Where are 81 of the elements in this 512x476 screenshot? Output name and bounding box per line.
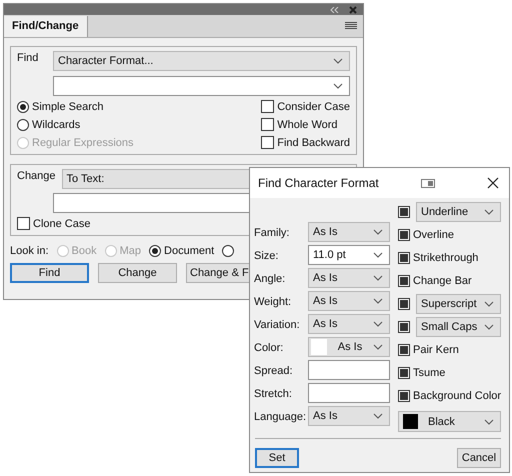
size-combo[interactable]: 11.0 pt: [308, 245, 390, 265]
chevron-down-icon: [373, 413, 383, 419]
checkbox[interactable]: [398, 344, 410, 356]
chevron-down-icon: [373, 321, 383, 327]
checkbox[interactable]: [398, 321, 410, 333]
checkbox-label: Whole Word: [277, 118, 338, 130]
color-dropdown[interactable]: As Is: [308, 337, 390, 357]
checkbox-label: Consider Case: [277, 100, 350, 112]
field-label: Spread:: [254, 364, 294, 379]
radio-button[interactable]: [222, 244, 234, 256]
panel-toggle-icon[interactable]: [420, 178, 435, 188]
chevron-down-icon: [484, 301, 494, 307]
chevron-down-icon: [484, 324, 494, 330]
checkbox[interactable]: [261, 136, 274, 149]
dialog-button[interactable]: Set: [255, 448, 299, 468]
checkbox[interactable]: [398, 206, 410, 218]
attribute-dropdown[interactable]: As Is: [308, 314, 390, 334]
find-type-dropdown[interactable]: Character Format...: [53, 51, 350, 71]
checkbox[interactable]: [398, 390, 410, 402]
field-label: Language:: [254, 410, 307, 425]
checkbox-label: Pair Kern: [413, 344, 459, 356]
chevron-down-icon: [373, 252, 383, 258]
panel-button[interactable]: Find: [10, 263, 89, 283]
checkbox[interactable]: [398, 229, 410, 241]
chevron-down-icon: [333, 58, 343, 64]
checkbox[interactable]: [398, 275, 410, 287]
panel-tab[interactable]: Find/Change: [4, 16, 88, 37]
attribute-dropdown[interactable]: As Is: [308, 406, 390, 426]
dialog-button[interactable]: Cancel: [457, 448, 501, 468]
radio-button[interactable]: [149, 244, 162, 256]
chevron-down-icon: [373, 275, 383, 281]
field-label: Size:: [254, 249, 280, 264]
attribute-dropdown[interactable]: As Is: [308, 291, 390, 311]
panel-button[interactable]: Change: [98, 263, 177, 283]
radio-label: Document: [164, 244, 214, 256]
attribute-dropdown[interactable]: As Is: [308, 222, 390, 242]
chevron-down-icon: [484, 418, 494, 424]
attribute-dropdown[interactable]: Superscript: [416, 294, 502, 314]
close-icon[interactable]: [487, 177, 499, 189]
chevron-down-icon: [372, 344, 383, 350]
chevron-down-icon: [373, 298, 383, 304]
radio-label: Map: [120, 244, 142, 256]
field-label: Variation:: [254, 318, 301, 333]
menu-icon[interactable]: [345, 22, 357, 30]
checkbox[interactable]: [398, 252, 410, 264]
field-label: Stretch:: [254, 387, 293, 402]
attribute-dropdown[interactable]: Small Caps: [416, 317, 502, 337]
checkbox-label: Overline: [413, 229, 454, 241]
radio-button[interactable]: [17, 118, 29, 130]
chevron-down-icon: [484, 209, 494, 215]
chevron-down-icon: [373, 229, 383, 235]
checkbox-label: Clone Case: [33, 218, 90, 230]
checkbox-label: Background Color: [413, 390, 502, 402]
checkbox-label: Tsume: [413, 367, 446, 379]
collapse-icon[interactable]: [330, 6, 339, 12]
radio-label: Wildcards: [32, 118, 80, 130]
checkbox[interactable]: [398, 298, 410, 310]
look-in-label: Look in:: [10, 244, 49, 256]
attribute-dropdown[interactable]: Underline: [416, 202, 502, 222]
checkbox[interactable]: [17, 217, 30, 230]
field-label: Color:: [254, 341, 284, 356]
field-label: Weight:: [254, 295, 292, 310]
input-field[interactable]: [308, 360, 390, 380]
input-field[interactable]: [308, 383, 390, 403]
radio-label: Book: [72, 244, 97, 256]
change-label: Change: [17, 169, 56, 182]
attribute-dropdown[interactable]: As Is: [308, 268, 390, 288]
radio-label: Simple Search: [32, 100, 104, 112]
checkbox-label: Strikethrough: [413, 252, 478, 264]
checkbox-label: Find Backward: [277, 136, 350, 148]
chevron-down-icon: [333, 83, 343, 89]
find-label: Find: [17, 51, 40, 64]
field-label: Family:: [254, 226, 290, 241]
find-text-field[interactable]: [53, 76, 350, 96]
radio-label: Regular Expressions: [32, 136, 134, 148]
checkbox[interactable]: [261, 100, 274, 113]
checkbox[interactable]: [398, 367, 410, 379]
checkbox-label: Change Bar: [413, 275, 472, 287]
checkbox[interactable]: [261, 118, 274, 131]
color-dropdown[interactable]: Black: [398, 411, 502, 432]
radio-button[interactable]: [17, 100, 29, 112]
